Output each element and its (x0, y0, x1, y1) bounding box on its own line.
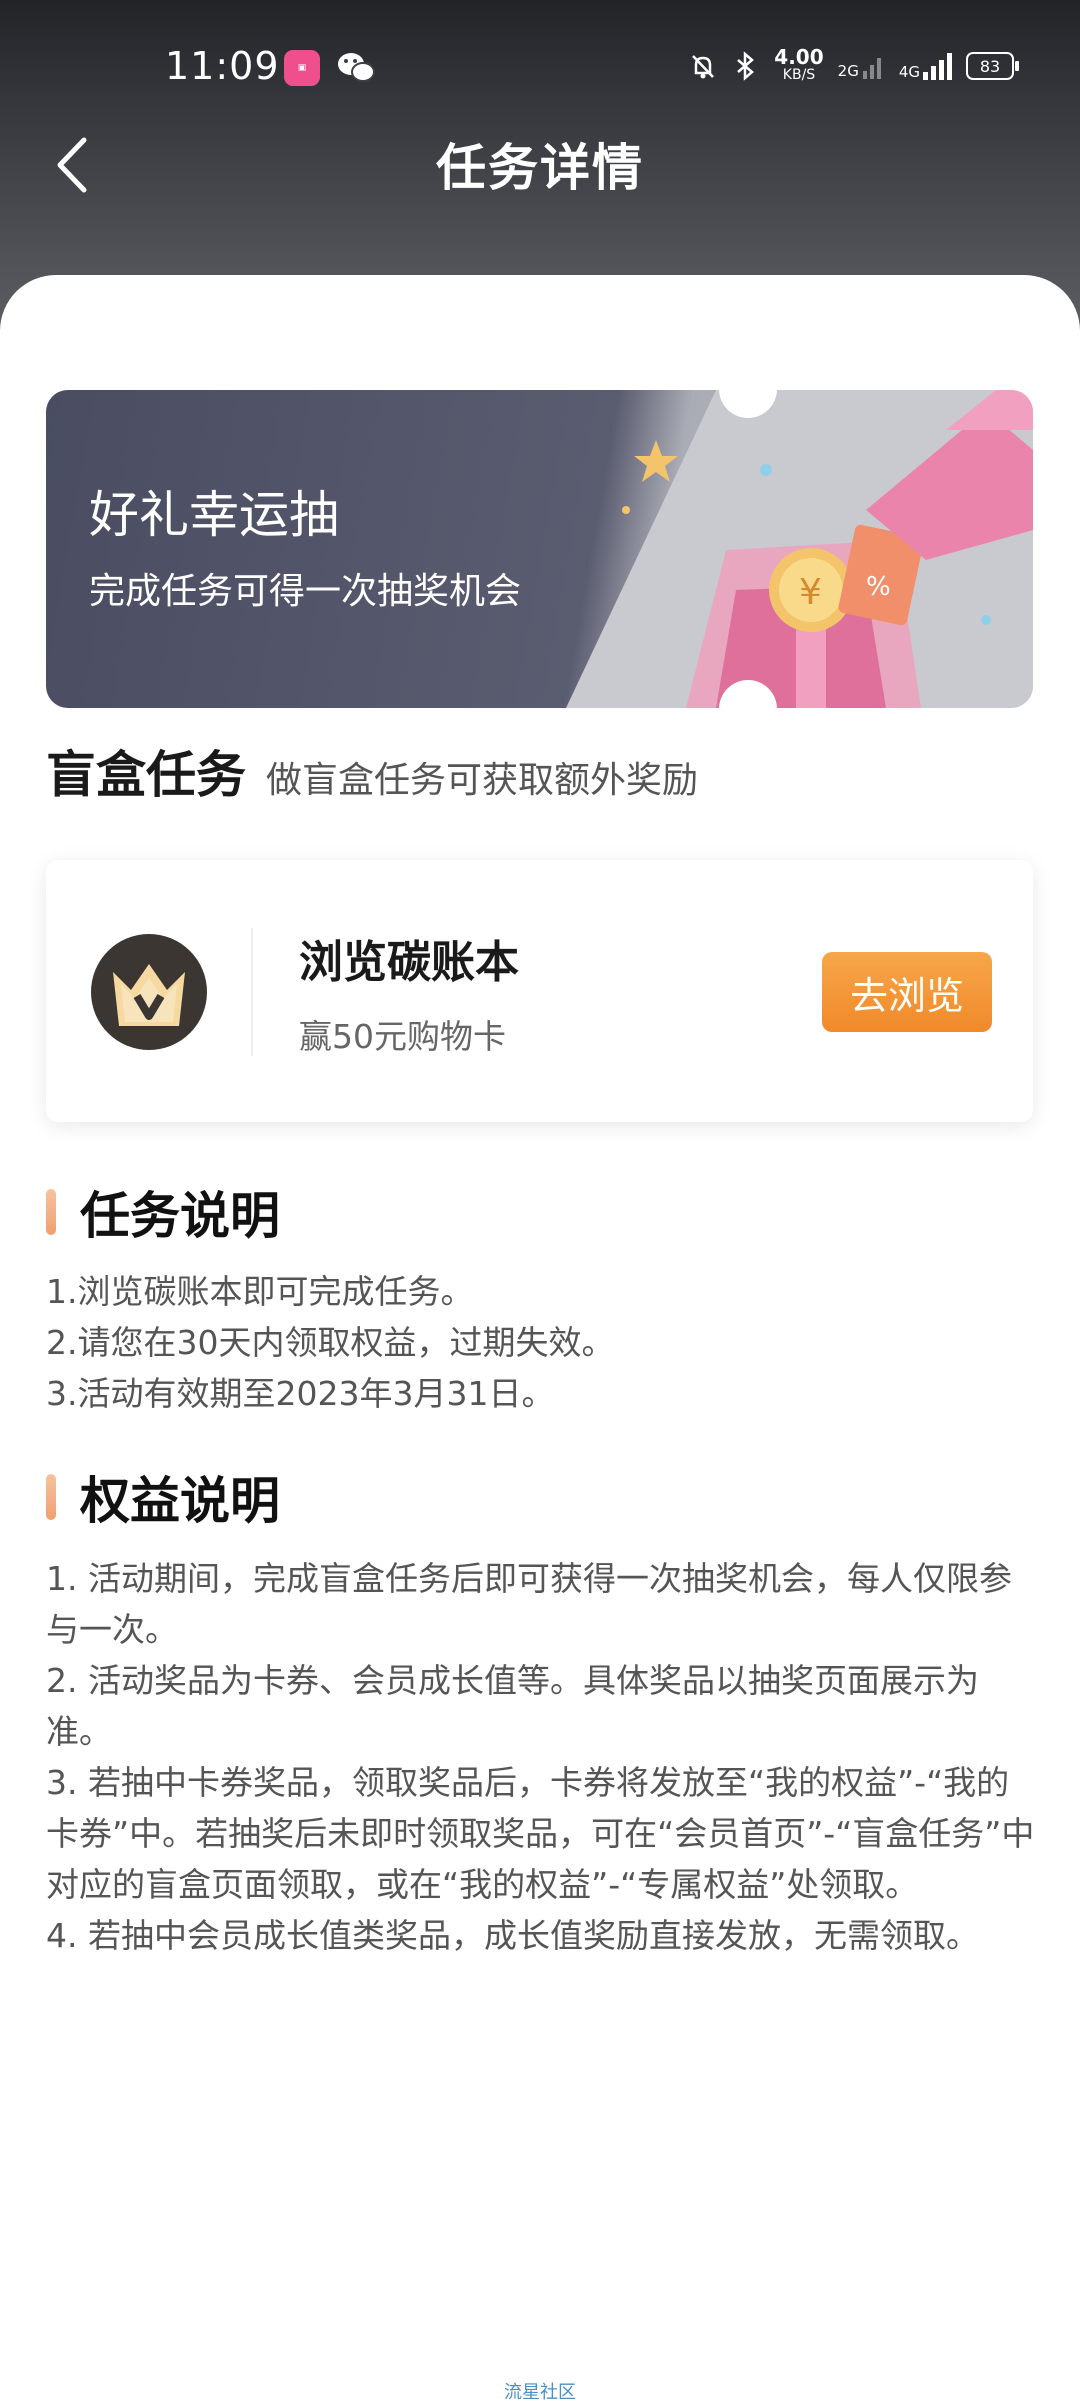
benefit-info-item: 4. 若抽中会员成长值类奖品，成长值奖励直接发放，无需领取。 (46, 1916, 979, 1955)
community-link[interactable]: 流星社区 (0, 2378, 1080, 2404)
task-info-item: 3.活动有效期至2023年3月31日。 (46, 1374, 555, 1413)
task-reward: 赢50元购物卡 (299, 1017, 506, 1056)
banner-title: 好礼幸运抽 (89, 486, 339, 544)
task-name: 浏览碳账本 (299, 937, 519, 988)
heading-accent-bar (46, 1189, 56, 1235)
battery-indicator: 83 (966, 52, 1019, 80)
task-info-item: 1.浏览碳账本即可完成任务。 (46, 1272, 474, 1311)
signal-bars-icon (862, 58, 881, 79)
signal-sim1: 2G (838, 53, 885, 79)
task-card: 浏览碳账本 赢50元购物卡 去浏览 (46, 860, 1033, 1122)
status-icons: 4.00 KB/S 2G 4G 83 (688, 44, 1019, 88)
task-divider (251, 928, 253, 1056)
network-speed: 4.00 KB/S (774, 45, 824, 84)
benefit-info-item: 2. 活动奖品为卡券、会员成长值等。具体奖品以抽奖页面展示为准。 (46, 1661, 979, 1751)
lottery-banner[interactable]: 好礼幸运抽 完成任务可得一次抽奖机会 ¥ % (46, 390, 1033, 708)
task-info-item: 2.请您在30天内领取权益，过期失效。 (46, 1323, 615, 1362)
wechat-icon (338, 53, 375, 82)
status-bar: 11:09 ▣ 4.00 KB/S 2G 4G 83 (0, 0, 1080, 135)
go-browse-button[interactable]: 去浏览 (822, 952, 992, 1032)
task-info-heading: 任务说明 (46, 1176, 280, 1248)
svg-text:¥: ¥ (799, 572, 822, 613)
gift-box-illustration: ¥ % (566, 390, 1033, 708)
blind-box-heading: 盲盒任务 做盲盒任务可获取额外奖励 (46, 735, 698, 807)
bluetooth-icon (737, 51, 755, 81)
benefit-info-list: 1. 活动期间，完成盲盒任务后即可获得一次抽奖机会，每人仅限参与一次。 2. 活… (46, 1553, 1036, 1961)
task-info-list: 1.浏览碳账本即可完成任务。 2.请您在30天内领取权益，过期失效。 3.活动有… (46, 1266, 1036, 1419)
task-info-title: 任务说明 (80, 1187, 280, 1245)
blind-box-title: 盲盒任务 (46, 746, 246, 804)
banner-subtitle: 完成任务可得一次抽奖机会 (89, 571, 522, 612)
benefit-info-item: 1. 活动期间，完成盲盒任务后即可获得一次抽奖机会，每人仅限参与一次。 (46, 1559, 1012, 1649)
svg-text:%: % (866, 572, 891, 602)
network-speed-value: 4.00 (774, 45, 824, 69)
crown-avatar-icon (91, 934, 207, 1050)
signal-sim2: 4G (899, 52, 952, 80)
mute-bell-icon (692, 55, 715, 79)
benefit-info-title: 权益说明 (80, 1472, 280, 1530)
heading-accent-bar (46, 1474, 56, 1520)
benefit-info-heading: 权益说明 (46, 1461, 280, 1533)
page-title: 任务详情 (436, 139, 644, 197)
sim1-label: 2G (837, 62, 859, 80)
app-notification-icon: ▣ (284, 50, 320, 86)
benefit-info-item: 3. 若抽中卡券奖品，领取奖品后，卡券将发放至“我的权益”-“我的卡券”中。若抽… (46, 1763, 1035, 1904)
blind-box-subtitle: 做盲盒任务可获取额外奖励 (266, 760, 699, 801)
status-time: 11:09 (165, 44, 280, 88)
sim2-label: 4G (898, 63, 920, 81)
signal-bars-icon (923, 53, 952, 80)
